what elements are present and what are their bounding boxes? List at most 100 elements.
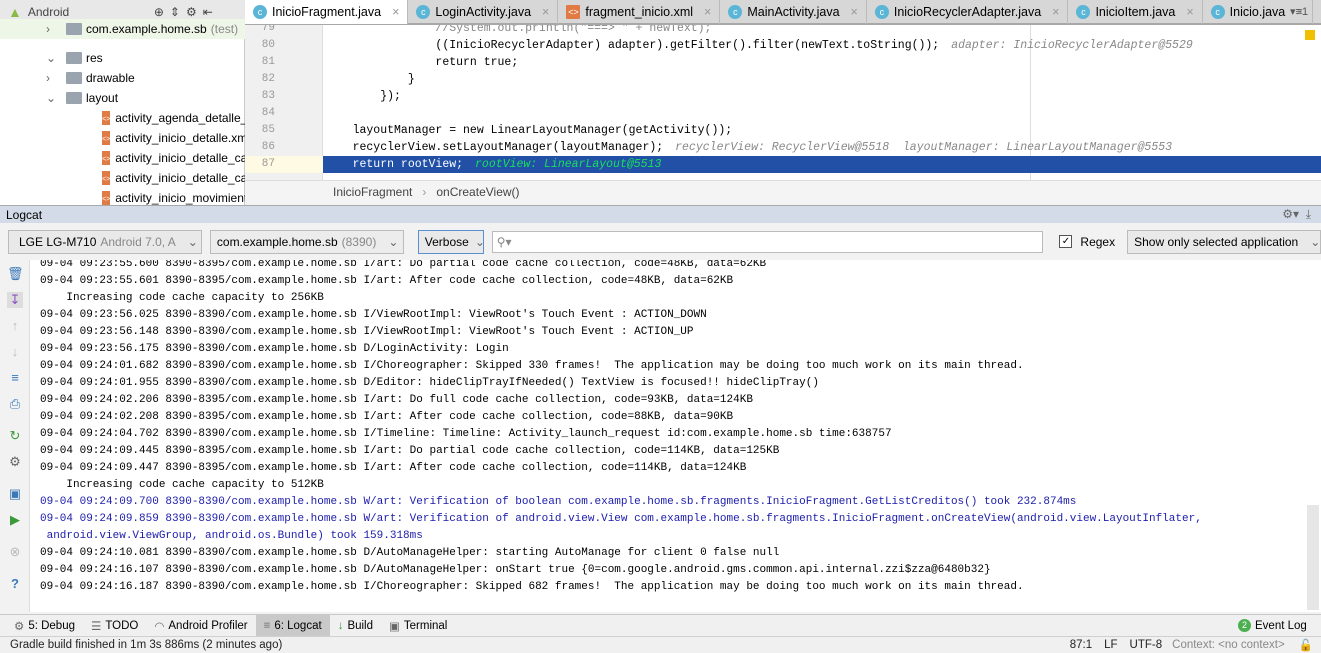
tool-window-todo[interactable]: ☰ TODO — [83, 615, 146, 636]
project-tree-item[interactable]: <> activity_inicio_detalle.xml — [0, 128, 245, 148]
log-line: 09-04 09:24:04.702 8390-8390/com.example… — [40, 428, 892, 440]
tabs-overflow-button[interactable]: ▾≡1 — [1290, 5, 1308, 18]
bug-icon: ⚙ — [14, 620, 25, 633]
chevron-down-icon[interactable]: ⌄ — [46, 51, 66, 65]
code-editor[interactable]: 79 80 81 82 83 84 85 86 87 //System.out.println(… — [245, 25, 1321, 180]
line-number: 80 — [261, 39, 275, 51]
device-selector[interactable]: LGE LG-M710 Android 7.0, A ⌄ — [8, 229, 202, 254]
process-selector[interactable]: com.example.home.sb (8390) ⌄ — [209, 229, 404, 254]
close-icon[interactable]: × — [1052, 5, 1059, 19]
debug-inline-value: rootView: LinearLayout@5513 — [475, 158, 662, 171]
chevron-right-icon[interactable]: › — [46, 71, 66, 85]
layout-file-icon: <> — [102, 191, 111, 205]
project-tree-item[interactable]: › com.example.home.sb (test) — [0, 19, 245, 39]
breadcrumb: InicioFragment › onCreateView() — [245, 180, 1321, 203]
project-tree-item[interactable]: <> activity_inicio_detalle_caso — [0, 148, 245, 168]
line-number: 83 — [261, 90, 275, 102]
filter-value: Show only selected application — [1134, 234, 1299, 249]
hide-icon[interactable]: ⇤ — [203, 5, 213, 19]
tool-window-build[interactable]: ↓ Build — [330, 615, 381, 636]
breadcrumb-method[interactable]: onCreateView() — [436, 185, 519, 199]
editor-tab[interactable]: <> fragment_inicio.xml × — [558, 0, 721, 24]
close-icon[interactable]: × — [392, 5, 399, 19]
tool-window-terminal[interactable]: ▣ Terminal — [381, 615, 455, 636]
chevron-down-icon[interactable]: ⌄ — [46, 91, 66, 105]
editor-tab[interactable]: c MainActivity.java × — [720, 0, 867, 24]
log-level-value: Verbose — [424, 234, 469, 249]
line-separator[interactable]: LF — [1104, 639, 1117, 651]
file-encoding[interactable]: UTF-8 — [1130, 639, 1163, 651]
regex-checkbox[interactable]: ✓ — [1059, 235, 1073, 248]
error-stripe — [1305, 30, 1315, 40]
arrow-up-icon[interactable]: ↑ — [7, 318, 23, 334]
event-log-button[interactable]: 2 Event Log — [1230, 615, 1315, 636]
code-text: layoutManager = new LinearLayoutManager(… — [325, 124, 733, 137]
device-detail: Android 7.0, A — [100, 234, 176, 249]
logcat-scrollbar-thumb[interactable] — [1307, 505, 1319, 610]
close-icon[interactable]: × — [542, 5, 549, 19]
search-input[interactable] — [511, 234, 1043, 249]
android-icon: ▲ — [8, 4, 22, 20]
debug-inline-value: recyclerView: RecyclerView@5518 layoutMa… — [675, 141, 1173, 154]
project-tree-item[interactable]: <> activity_inicio_detalle_caso_ — [0, 168, 245, 188]
screenshot-icon[interactable]: ▣ — [7, 486, 23, 502]
tool-window-label: Terminal — [403, 619, 448, 632]
chevron-right-icon[interactable]: › — [46, 22, 66, 36]
code-text: recyclerView.setLayoutManager(layoutMana… — [325, 141, 664, 154]
line-number: 85 — [261, 124, 275, 136]
editor-tab[interactable]: c LoginActivity.java × — [408, 0, 559, 24]
screen-record-icon[interactable]: ▶ — [7, 512, 23, 528]
scroll-to-end-icon[interactable]: ↧ — [7, 292, 23, 308]
search-field[interactable]: ⚲▾ — [491, 230, 1044, 253]
tool-window-label: Build — [347, 619, 374, 632]
editor-tab[interactable]: c InicioItem.java × — [1068, 0, 1203, 24]
project-tree-item[interactable]: › drawable — [0, 68, 245, 88]
arrow-down-icon[interactable]: ↓ — [7, 344, 23, 360]
project-tree-label: activity_inicio_detalle_caso — [115, 151, 245, 165]
project-tree-suffix: (test) — [210, 22, 239, 36]
hide-panel-icon[interactable]: ⤓ — [1306, 207, 1311, 221]
status-message[interactable]: Gradle build finished in 1m 3s 886ms (2 … — [10, 639, 1070, 651]
logcat-icon: ≡ — [263, 619, 271, 632]
help-icon[interactable]: ? — [7, 576, 23, 592]
tab-label: fragment_inicio.xml — [585, 5, 694, 19]
breadcrumb-class[interactable]: InicioFragment — [333, 185, 412, 199]
chevron-down-icon: ⌄ — [388, 234, 399, 249]
profiler-icon: ◠ — [154, 620, 165, 633]
java-class-icon: c — [728, 5, 743, 19]
gear-icon[interactable]: ⚙ — [186, 5, 197, 19]
trash-icon[interactable]: 🗑 — [7, 266, 24, 282]
project-view-selector[interactable]: Android — [28, 5, 148, 19]
gear-icon[interactable]: ⚙▾ — [1282, 207, 1299, 221]
project-tree-label: com.example.home.sb — [86, 22, 207, 36]
close-icon[interactable]: × — [851, 5, 858, 19]
restart-icon[interactable]: ↻ — [7, 428, 23, 444]
close-icon[interactable]: ⊗ — [7, 544, 23, 560]
folder-icon — [66, 72, 82, 84]
folder-icon — [66, 52, 82, 64]
lock-icon[interactable]: 🔓 — [1299, 638, 1313, 652]
project-tree-item[interactable]: ⌄ layout — [0, 88, 245, 108]
tool-window-logcat[interactable]: ≡ 6: Logcat — [255, 615, 330, 636]
collapse-icon[interactable]: ⇕ — [170, 5, 180, 19]
project-tree-item[interactable]: ⌄ res — [0, 48, 245, 68]
locate-icon[interactable]: ⊕ — [154, 5, 164, 19]
print-icon[interactable]: ⎙ — [7, 396, 23, 412]
logcat-output[interactable]: 09-04 09:23:55.600 8390-8395/com.example… — [30, 260, 1305, 612]
layout-file-icon: <> — [102, 111, 111, 125]
caret-position[interactable]: 87:1 — [1070, 639, 1092, 651]
log-line: 09-04 09:24:01.955 8390-8390/com.example… — [40, 377, 819, 389]
tool-window-debug[interactable]: ⚙ 5: Debug — [6, 615, 83, 636]
project-tree-item[interactable]: <> activity_agenda_detalle_caso — [0, 108, 245, 128]
log-line: 09-04 09:24:16.187 8390-8390/com.example… — [40, 581, 1024, 593]
tabs-overflow-count: 1 — [1301, 6, 1309, 18]
editor-tab[interactable]: c InicioRecyclerAdapter.java × — [867, 0, 1069, 24]
tool-window-android-profiler[interactable]: ◠ Android Profiler — [146, 615, 255, 636]
gear-icon[interactable]: ⚙ — [7, 454, 23, 470]
editor-tab[interactable]: c InicioFragment.java × — [245, 0, 409, 24]
close-icon[interactable]: × — [704, 5, 711, 19]
close-icon[interactable]: × — [1186, 5, 1193, 19]
soft-wrap-icon[interactable]: ≡ — [7, 370, 23, 386]
log-level-selector[interactable]: Verbose ⌄ — [417, 229, 484, 254]
filter-selector[interactable]: Show only selected application ⌄ — [1127, 229, 1321, 254]
